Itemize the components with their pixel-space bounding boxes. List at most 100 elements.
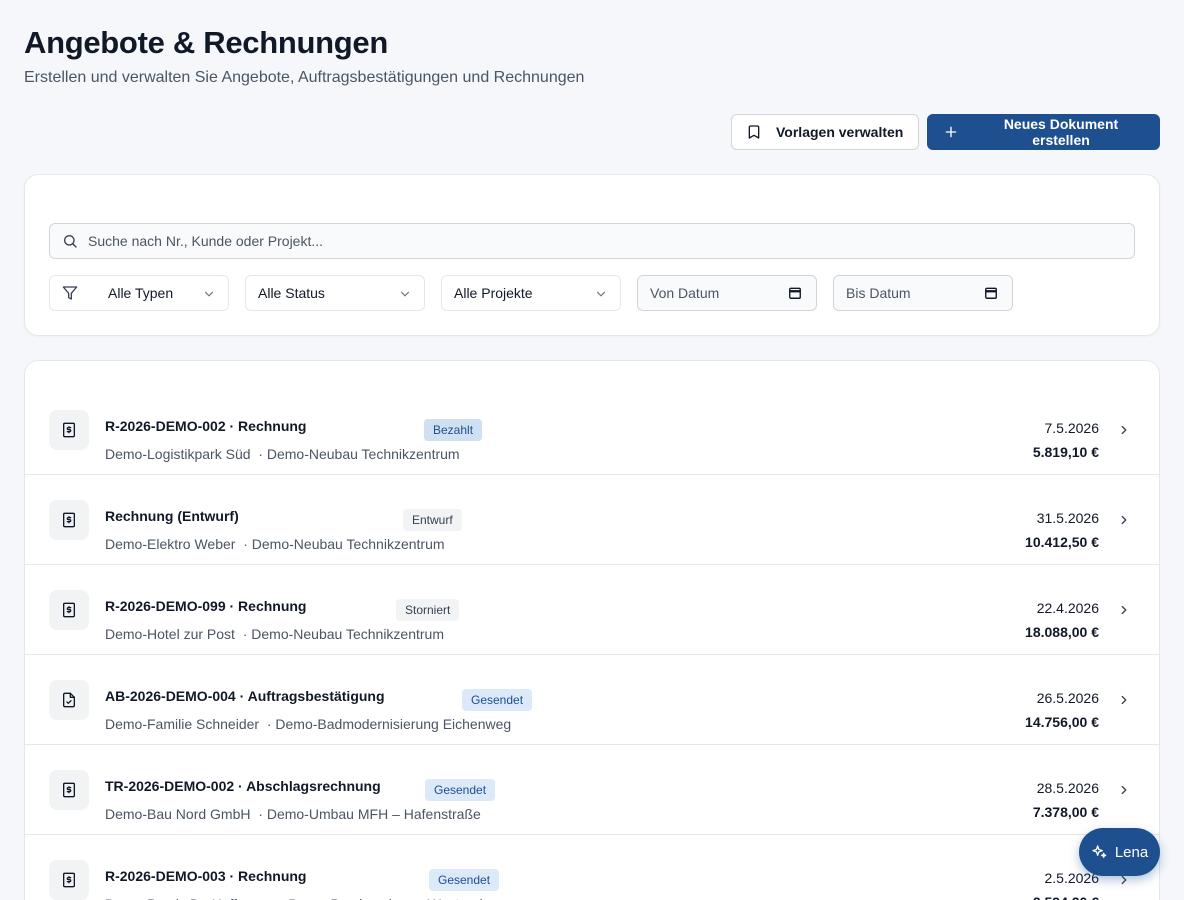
document-amount: 5.819,10 € [1032, 444, 1099, 460]
document-amount: 10.412,50 € [1025, 534, 1099, 550]
bookmark-icon [746, 124, 762, 140]
document-list: R-2026-DEMO-002 · Rechnung Bezahlt Demo-… [24, 360, 1160, 900]
document-info: Rechnung (Entwurf) Entwurf Demo-Elektro … [105, 475, 1159, 565]
status-filter-select[interactable]: Alle Status [245, 275, 425, 311]
project-filter-select[interactable]: Alle Projekte [441, 275, 621, 311]
status-badge: Entwurf [403, 508, 462, 531]
type-filter-select[interactable]: Alle Typen [49, 275, 229, 311]
date-from-placeholder: Von Datum [650, 285, 720, 301]
document-amount: 14.756,00 € [1025, 714, 1099, 730]
file-check-icon [61, 692, 77, 708]
chevron-down-icon [398, 287, 412, 301]
manage-templates-button[interactable]: Vorlagen verwalten [731, 114, 919, 150]
date-to-input[interactable]: Bis Datum [833, 275, 1013, 311]
document-date: 31.5.2026 [1036, 510, 1099, 526]
document-row[interactable]: R-2026-DEMO-099 · Rechnung Storniert Dem… [25, 565, 1159, 655]
search-icon [62, 233, 78, 249]
status-badge: Gesendet [462, 688, 533, 711]
invoice-icon [61, 602, 77, 618]
document-customer-project: Demo-Hotel zur Post · Demo-Neubau Techni… [105, 626, 444, 642]
sparkles-icon [1091, 844, 1107, 860]
document-type-badge [49, 499, 89, 540]
document-row[interactable]: AB-2026-DEMO-004 · Auftragsbestätigung G… [25, 655, 1159, 745]
page: Angebote & Rechnungen Erstellen und verw… [0, 0, 1184, 900]
document-type-badge [49, 859, 89, 900]
document-row[interactable]: R-2026-DEMO-003 · Rechnung Gesendet Demo… [25, 835, 1159, 900]
document-type-badge [49, 679, 89, 720]
document-customer: Demo-Familie Schneider [105, 715, 260, 732]
invoice-icon [61, 782, 77, 798]
document-customer: Demo-Hotel zur Post [105, 625, 235, 642]
document-customer: Demo-Elektro Weber [105, 535, 236, 552]
document-title: TR-2026-DEMO-002 · Abschlagsrechnung [105, 777, 381, 794]
document-project: · Demo-Neubau Technikzentrum [258, 445, 460, 462]
search-box [49, 223, 1135, 259]
manage-templates-label: Vorlagen verwalten [776, 124, 904, 140]
document-amount: 2.594,20 € [1033, 894, 1099, 900]
document-customer: Demo-Bau Nord GmbH [105, 805, 251, 822]
new-document-button[interactable]: Neues Dokument erstellen [927, 114, 1160, 150]
document-title: AB-2026-DEMO-004 · Auftragsbestätigung [105, 687, 385, 704]
document-title: R-2026-DEMO-099 · Rechnung [105, 597, 307, 614]
document-date: 22.4.2026 [1036, 600, 1099, 616]
document-customer-project: Demo-Logistikpark Süd · Demo-Neubau Tech… [105, 446, 460, 462]
invoice-icon [61, 512, 77, 528]
status-badge: Bezahlt [424, 418, 483, 441]
document-info: AB-2026-DEMO-004 · Auftragsbestätigung G… [105, 655, 1159, 745]
document-project: · Demo-Umbau MFH – Hafenstraße [258, 805, 481, 822]
search-input[interactable] [88, 233, 1122, 249]
document-project: · Demo-Neubau Technikzentrum [242, 625, 444, 642]
document-amount: 7.378,00 € [1032, 804, 1099, 820]
chevron-down-icon [202, 287, 216, 301]
document-title: R-2026-DEMO-003 · Rechnung [105, 867, 307, 884]
chevron-right-icon [1117, 693, 1131, 707]
document-info: R-2026-DEMO-002 · Rechnung Bezahlt Demo-… [105, 385, 1159, 475]
project-filter-value: Alle Projekte [454, 285, 533, 301]
toolbar: Vorlagen verwalten Neues Dokument erstel… [24, 114, 1160, 150]
status-badge: Gesendet [429, 868, 500, 891]
chevron-right-icon [1117, 603, 1131, 617]
document-date: 26.5.2026 [1036, 690, 1099, 706]
page-title: Angebote & Rechnungen [24, 25, 388, 60]
document-type-badge [49, 589, 89, 630]
document-type-badge [49, 409, 89, 450]
document-type-badge [49, 769, 89, 810]
document-row[interactable]: Rechnung (Entwurf) Entwurf Demo-Elektro … [25, 475, 1159, 565]
status-filter-value: Alle Status [258, 285, 325, 301]
calendar-icon[interactable] [788, 286, 802, 300]
document-info: TR-2026-DEMO-002 · Abschlagsrechnung Ges… [105, 745, 1159, 835]
page-subtitle: Erstellen und verwalten Sie Angebote, Au… [24, 69, 585, 86]
document-row[interactable]: R-2026-DEMO-002 · Rechnung Bezahlt Demo-… [25, 385, 1159, 475]
document-project: · Demo-Praxisumbau – Westend [280, 896, 483, 900]
document-customer: Demo-Logistikpark Süd [105, 445, 251, 462]
document-row[interactable]: TR-2026-DEMO-002 · Abschlagsrechnung Ges… [25, 745, 1159, 835]
date-from-input[interactable]: Von Datum [637, 275, 817, 311]
document-customer-project: Demo-Praxis Dr. Hoffmann · Demo-Praxisum… [105, 896, 483, 900]
document-customer: Demo-Praxis Dr. Hoffmann [105, 896, 272, 900]
filter-icon [62, 285, 78, 301]
chevron-down-icon [594, 287, 608, 301]
chevron-right-icon [1117, 513, 1131, 527]
filter-row: Alle Typen Alle Status Alle Projekte Von… [49, 275, 1135, 311]
document-info: R-2026-DEMO-099 · Rechnung Storniert Dem… [105, 565, 1159, 655]
new-document-label: Neues Dokument erstellen [1003, 116, 1119, 148]
document-title: Rechnung (Entwurf) [105, 507, 239, 524]
document-customer-project: Demo-Bau Nord GmbH · Demo-Umbau MFH – Ha… [105, 806, 481, 822]
document-amount: 18.088,00 € [1025, 624, 1099, 640]
document-title: R-2026-DEMO-002 · Rechnung [105, 417, 307, 434]
invoice-icon [61, 872, 77, 888]
filter-card: Alle Typen Alle Status Alle Projekte Von… [24, 174, 1160, 336]
document-customer-project: Demo-Elektro Weber · Demo-Neubau Technik… [105, 536, 445, 552]
status-badge: Gesendet [425, 778, 496, 801]
type-filter-value: Alle Typen [108, 285, 174, 301]
plus-icon [943, 124, 959, 140]
assistant-button[interactable]: Lena [1079, 828, 1160, 876]
assistant-label: Lena [1114, 843, 1149, 861]
document-date: 28.5.2026 [1036, 780, 1099, 796]
calendar-icon[interactable] [984, 286, 998, 300]
invoice-icon [61, 422, 77, 438]
document-project: · Demo-Neubau Technikzentrum [243, 535, 445, 552]
document-customer-project: Demo-Familie Schneider · Demo-Badmoderni… [105, 716, 511, 732]
chevron-right-icon [1117, 783, 1131, 797]
document-project: · Demo-Badmodernisierung Eichenweg [266, 715, 512, 732]
